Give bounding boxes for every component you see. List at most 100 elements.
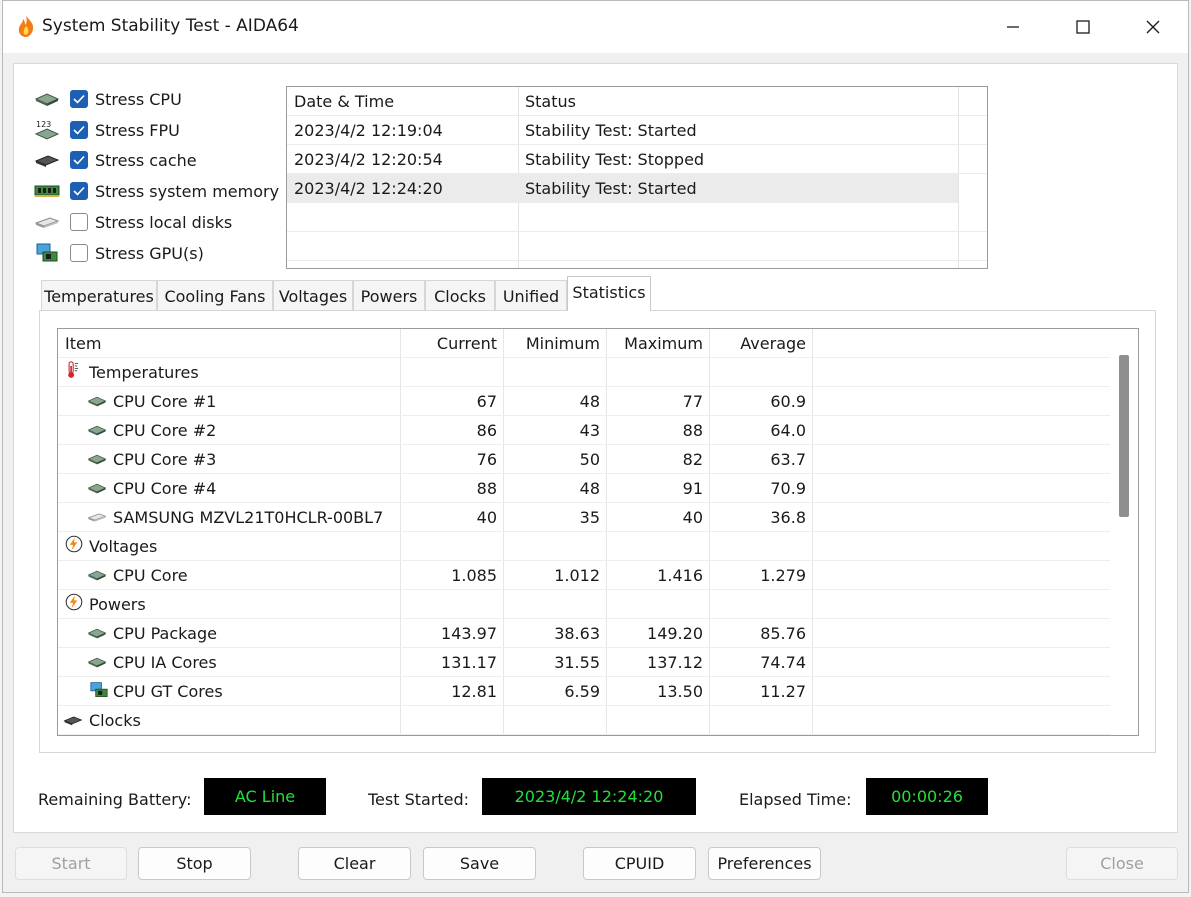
stats-row[interactable]: CPU Core #2 86 43 88 64.0 — [58, 416, 1110, 445]
check-icon — [73, 94, 85, 104]
stress-cpu-option[interactable]: Stress CPU — [32, 86, 292, 112]
stats-item-label: SAMSUNG MZVL21T0HCLR-00BL7 — [113, 508, 384, 527]
stats-header: Item Current Minimum Maximum Average — [58, 329, 1110, 358]
tab-voltages[interactable]: Voltages — [273, 280, 353, 310]
stats-group-clocks[interactable]: Clocks — [58, 706, 1110, 735]
log-row-empty — [287, 232, 987, 261]
disk-drive-icon — [87, 513, 107, 522]
stats-item-label: CPU GT Cores — [113, 682, 223, 701]
preferences-button[interactable]: Preferences — [708, 847, 821, 880]
stats-group-label: Temperatures — [89, 363, 199, 382]
statistics-table[interactable]: Item Current Minimum Maximum Average Tem… — [57, 328, 1139, 736]
maximize-button[interactable] — [1048, 1, 1118, 53]
cpuid-button[interactable]: CPUID — [583, 847, 696, 880]
log-row[interactable]: 2023/4/2 12:20:54 Stability Test: Stoppe… — [287, 145, 987, 174]
stress-gpu-option[interactable]: Stress GPU(s) — [32, 240, 292, 266]
stats-item-label: CPU Core #4 — [113, 479, 217, 498]
stats-maximum: 82 — [682, 450, 703, 469]
stats-group-label: Clocks — [89, 711, 141, 730]
tab-unified[interactable]: Unified — [495, 280, 567, 310]
tab-clocks[interactable]: Clocks — [425, 280, 495, 310]
stats-row[interactable]: CPU Core #3 76 50 82 63.7 — [58, 445, 1110, 474]
stress-gpu-checkbox[interactable] — [70, 244, 88, 262]
stats-scrollbar[interactable] — [1112, 329, 1138, 735]
title-bar[interactable]: System Stability Test - AIDA64 — [3, 1, 1188, 53]
start-button[interactable]: Start — [15, 847, 127, 880]
minimize-button[interactable] — [978, 1, 1048, 53]
stats-header-maximum[interactable]: Maximum — [606, 334, 703, 353]
stats-average: 1.279 — [760, 566, 806, 585]
log-row[interactable]: 2023/4/2 12:19:04 Stability Test: Starte… — [287, 116, 987, 145]
stop-button[interactable]: Stop — [138, 847, 251, 880]
stats-header-item[interactable]: Item — [65, 334, 101, 353]
client-area: Stress CPU 123 Stress FPU Stress cache S… — [13, 63, 1178, 833]
stats-group-voltages[interactable]: Voltages — [58, 532, 1110, 561]
stats-maximum: 137.12 — [647, 653, 703, 672]
disk-drive-icon — [32, 212, 62, 232]
gpu-monitor-icon — [90, 682, 108, 697]
stats-average: 63.7 — [770, 450, 806, 469]
gpu-monitor-icon — [32, 243, 62, 263]
stability-test-window: System Stability Test - AIDA64 Stress CP… — [2, 0, 1189, 893]
stress-memory-option[interactable]: Stress system memory — [32, 178, 292, 204]
log-row-empty — [287, 203, 987, 232]
log-status: Stability Test: Stopped — [525, 150, 705, 169]
stats-header-current[interactable]: Current — [400, 334, 497, 353]
stats-row[interactable]: CPU Package 143.97 38.63 149.20 85.76 — [58, 619, 1110, 648]
stress-fpu-checkbox[interactable] — [70, 121, 88, 139]
tab-powers[interactable]: Powers — [353, 280, 425, 310]
statistics-panel: Item Current Minimum Maximum Average Tem… — [39, 310, 1156, 753]
cpu-chip-icon — [87, 483, 107, 494]
stats-average: 70.9 — [770, 479, 806, 498]
tab-cooling-fans[interactable]: Cooling Fans — [157, 280, 273, 310]
cache-chip-icon — [32, 150, 62, 170]
close-button[interactable]: Close — [1066, 847, 1178, 880]
stress-cache-option[interactable]: Stress cache — [32, 147, 292, 173]
stats-header-average[interactable]: Average — [709, 334, 806, 353]
stress-fpu-option[interactable]: 123 Stress FPU — [32, 117, 292, 143]
stress-disks-label: Stress local disks — [95, 212, 233, 232]
check-icon — [73, 125, 85, 135]
stats-row[interactable]: CPU GT Cores 12.81 6.59 13.50 11.27 — [58, 677, 1110, 706]
test-started-value: 2023/4/2 12:24:20 — [482, 778, 696, 815]
log-header-time[interactable]: Date & Time — [294, 92, 394, 111]
stress-memory-checkbox[interactable] — [70, 182, 88, 200]
stats-item-label: CPU IA Cores — [113, 653, 217, 672]
tab-statistics[interactable]: Statistics — [567, 276, 651, 311]
stats-row[interactable]: CPU Core 1.085 1.012 1.416 1.279 — [58, 561, 1110, 590]
close-window-button[interactable] — [1118, 1, 1188, 53]
log-header: Date & Time Status — [287, 87, 987, 116]
log-row-selected[interactable]: 2023/4/2 12:24:20 Stability Test: Starte… — [287, 174, 958, 203]
log-time: 2023/4/2 12:20:54 — [294, 150, 443, 169]
tab-temperatures[interactable]: Temperatures — [41, 280, 157, 310]
stress-cache-checkbox[interactable] — [70, 151, 88, 169]
thermometer-icon — [68, 361, 79, 378]
stress-disks-option[interactable]: Stress local disks — [32, 209, 292, 235]
stats-row[interactable]: CPU Core #4 88 48 91 70.9 — [58, 474, 1110, 503]
stats-minimum: 48 — [579, 392, 600, 411]
stats-row[interactable]: CPU Core #1 67 48 77 60.9 — [58, 387, 1110, 416]
stats-average: 36.8 — [770, 508, 806, 527]
minimize-icon — [1007, 26, 1019, 28]
remaining-battery-label: Remaining Battery: — [38, 790, 192, 809]
cpu-chip-icon — [32, 89, 62, 109]
stats-row[interactable]: CPU IA Cores 131.17 31.55 137.12 74.74 — [58, 648, 1110, 677]
stats-group-temperatures[interactable]: Temperatures — [58, 358, 1110, 387]
stats-header-minimum[interactable]: Minimum — [503, 334, 600, 353]
stats-group-label: Powers — [89, 595, 146, 614]
stress-cache-label: Stress cache — [95, 150, 197, 170]
test-log-list[interactable]: Date & Time Status 2023/4/2 12:19:04 Sta… — [286, 86, 988, 269]
stats-row[interactable]: SAMSUNG MZVL21T0HCLR-00BL7 40 35 40 36.8 — [58, 503, 1110, 532]
cpu-chip-icon — [87, 425, 107, 436]
stats-current: 76 — [476, 450, 497, 469]
stress-disks-checkbox[interactable] — [70, 213, 88, 231]
stats-item-label: CPU Core #3 — [113, 450, 217, 469]
clear-button[interactable]: Clear — [298, 847, 411, 880]
log-header-status[interactable]: Status — [525, 92, 576, 111]
stats-current: 67 — [476, 392, 497, 411]
stress-cpu-checkbox[interactable] — [70, 90, 88, 108]
save-button[interactable]: Save — [423, 847, 536, 880]
stats-scrollbar-thumb[interactable] — [1119, 355, 1129, 517]
stats-group-powers[interactable]: Powers — [58, 590, 1110, 619]
stats-maximum: 88 — [682, 421, 703, 440]
